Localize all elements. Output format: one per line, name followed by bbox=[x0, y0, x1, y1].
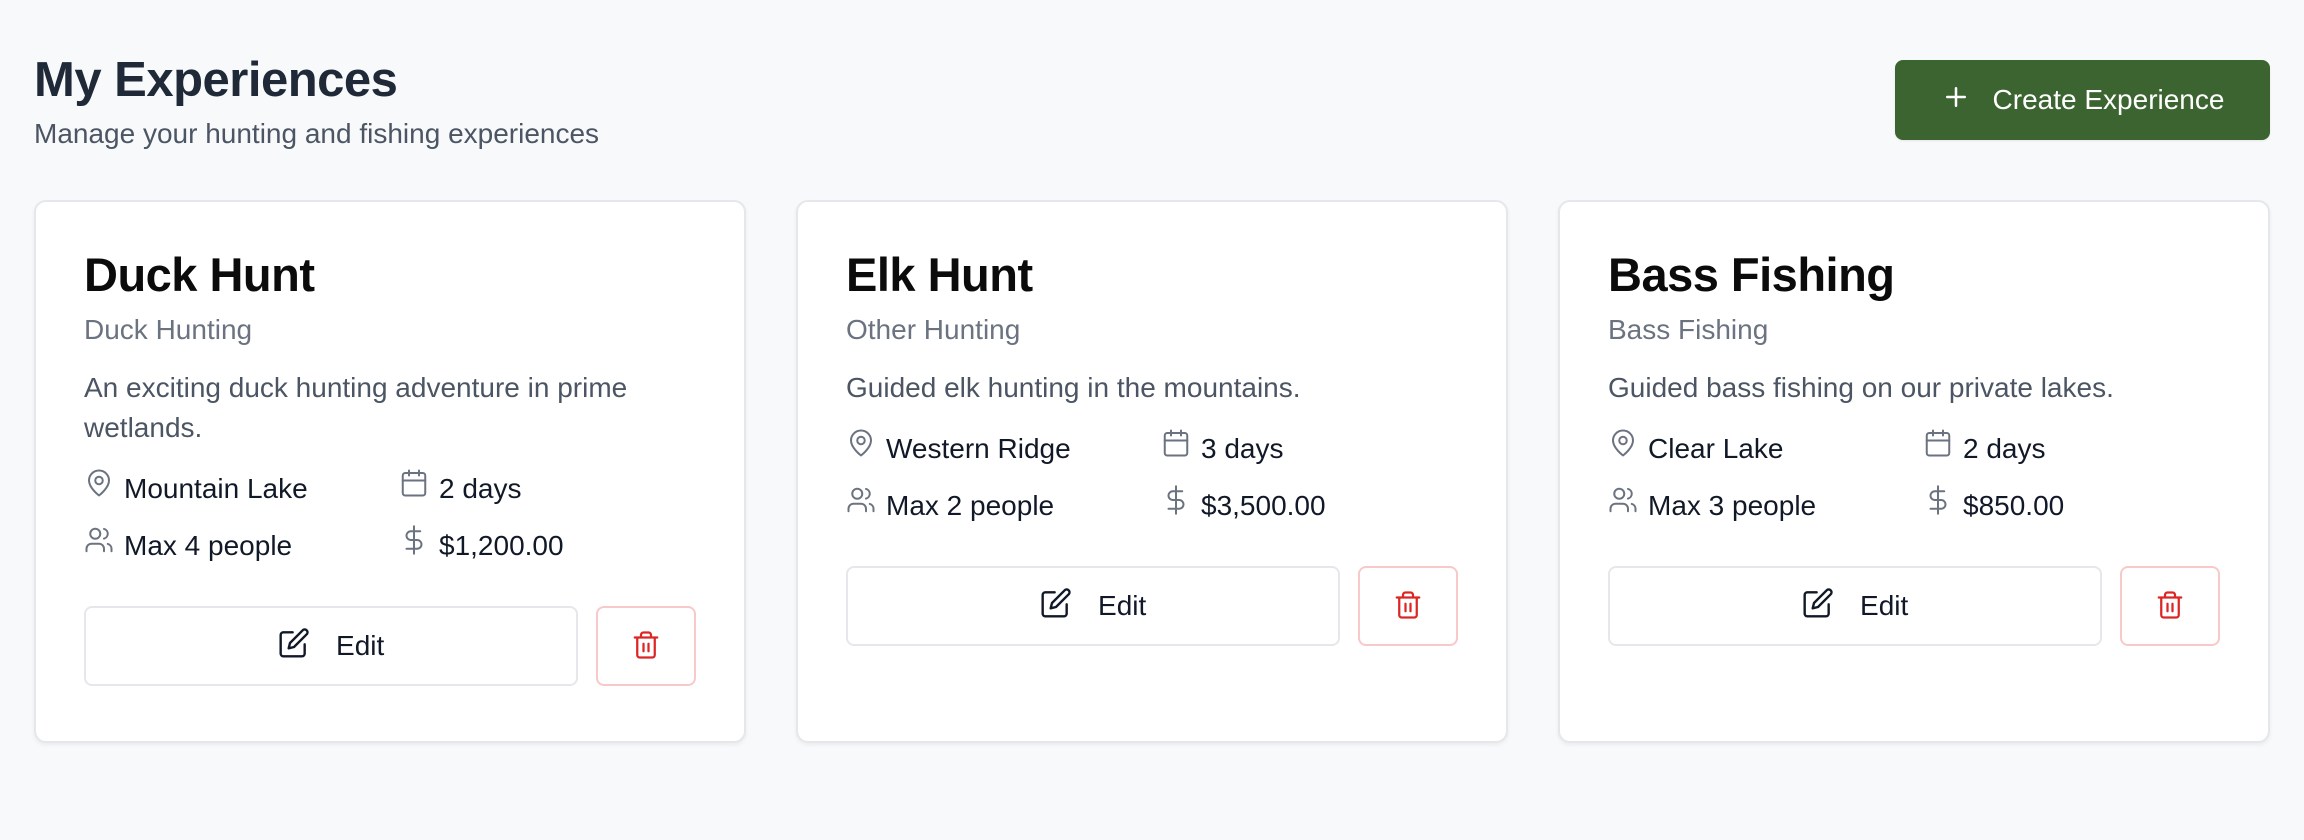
plus-icon bbox=[1941, 82, 1971, 119]
edit-button[interactable]: Edit bbox=[846, 566, 1341, 646]
delete-button[interactable] bbox=[1358, 566, 1458, 646]
price-detail: $850.00 bbox=[1923, 485, 2203, 526]
card-title: Bass Fishing bbox=[1608, 248, 1895, 301]
trash-icon bbox=[2155, 590, 2185, 623]
dollar-icon bbox=[399, 525, 429, 566]
location-detail: Clear Lake bbox=[1608, 428, 1923, 469]
card-title: Elk Hunt bbox=[846, 248, 1033, 301]
card-details: Mountain Lake 2 days Max 4 people $1,200… bbox=[84, 468, 696, 566]
calendar-icon bbox=[1161, 428, 1191, 469]
users-icon bbox=[84, 525, 114, 566]
duration-detail: 2 days bbox=[1923, 428, 2203, 469]
map-pin-icon bbox=[1608, 428, 1638, 469]
experience-card-list: Duck Hunt Duck Hunting An exciting duck … bbox=[34, 200, 2270, 743]
edit-label: Edit bbox=[1098, 590, 1147, 621]
capacity-text: Max 3 people bbox=[1648, 489, 1817, 521]
location-text: Mountain Lake bbox=[124, 472, 308, 504]
header-text: My Experiences Manage your hunting and f… bbox=[34, 52, 599, 152]
price-detail: $1,200.00 bbox=[399, 525, 679, 566]
duration-text: 3 days bbox=[1201, 432, 1284, 464]
card-description: Guided elk hunting in the mountains. bbox=[846, 372, 1301, 403]
duration-text: 2 days bbox=[439, 472, 522, 504]
duration-text: 2 days bbox=[1963, 432, 2046, 464]
trash-icon bbox=[631, 630, 661, 663]
card-description: An exciting duck hunting adventure in pr… bbox=[84, 372, 628, 443]
card-details: Clear Lake 2 days Max 3 people $850.00 bbox=[1608, 428, 2220, 526]
card-actions: Edit bbox=[1608, 566, 2220, 646]
location-detail: Mountain Lake bbox=[84, 468, 399, 509]
price-text: $1,200.00 bbox=[439, 529, 564, 561]
location-text: Clear Lake bbox=[1648, 432, 1784, 464]
page-subtitle: Manage your hunting and fishing experien… bbox=[34, 118, 600, 149]
price-detail: $3,500.00 bbox=[1161, 485, 1441, 526]
duration-detail: 2 days bbox=[399, 468, 679, 509]
card-details: Western Ridge 3 days Max 2 people $3,500… bbox=[846, 428, 1458, 526]
card-description: Guided bass fishing on our private lakes… bbox=[1608, 372, 2114, 403]
map-pin-icon bbox=[84, 468, 114, 509]
edit-button[interactable]: Edit bbox=[84, 606, 579, 686]
experience-card: Elk Hunt Other Hunting Guided elk huntin… bbox=[796, 200, 1508, 743]
delete-button[interactable] bbox=[596, 606, 696, 686]
card-category: Other Hunting bbox=[846, 314, 1021, 345]
create-experience-button[interactable]: Create Experience bbox=[1895, 60, 2270, 140]
page-title: My Experiences bbox=[34, 53, 398, 107]
card-actions: Edit bbox=[84, 606, 696, 686]
edit-icon bbox=[1802, 587, 1834, 626]
create-experience-label: Create Experience bbox=[1992, 84, 2225, 115]
edit-label: Edit bbox=[1860, 590, 1909, 621]
dollar-icon bbox=[1923, 485, 1953, 526]
delete-button[interactable] bbox=[2120, 566, 2220, 646]
users-icon bbox=[846, 485, 876, 526]
experience-card: Duck Hunt Duck Hunting An exciting duck … bbox=[34, 200, 746, 743]
experience-card: Bass Fishing Bass Fishing Guided bass fi… bbox=[1558, 200, 2270, 743]
capacity-text: Max 4 people bbox=[124, 529, 293, 561]
location-text: Western Ridge bbox=[886, 432, 1071, 464]
edit-icon bbox=[1040, 587, 1072, 626]
capacity-detail: Max 2 people bbox=[846, 485, 1161, 526]
capacity-detail: Max 4 people bbox=[84, 525, 399, 566]
price-text: $850.00 bbox=[1963, 489, 2065, 521]
duration-detail: 3 days bbox=[1161, 428, 1441, 469]
location-detail: Western Ridge bbox=[846, 428, 1161, 469]
edit-label: Edit bbox=[336, 630, 385, 661]
card-title: Duck Hunt bbox=[84, 248, 315, 301]
edit-icon bbox=[278, 627, 310, 666]
capacity-detail: Max 3 people bbox=[1608, 485, 1923, 526]
edit-button[interactable]: Edit bbox=[1608, 566, 2103, 646]
price-text: $3,500.00 bbox=[1201, 489, 1326, 521]
experiences-page: My Experiences Manage your hunting and f… bbox=[0, 0, 2304, 840]
trash-icon bbox=[1393, 590, 1423, 623]
card-category: Duck Hunting bbox=[84, 314, 253, 345]
calendar-icon bbox=[1923, 428, 1953, 469]
card-actions: Edit bbox=[846, 566, 1458, 646]
page-header: My Experiences Manage your hunting and f… bbox=[34, 52, 2270, 152]
card-category: Bass Fishing bbox=[1608, 314, 1769, 345]
capacity-text: Max 2 people bbox=[886, 489, 1055, 521]
users-icon bbox=[1608, 485, 1638, 526]
calendar-icon bbox=[399, 468, 429, 509]
dollar-icon bbox=[1161, 485, 1191, 526]
map-pin-icon bbox=[846, 428, 876, 469]
